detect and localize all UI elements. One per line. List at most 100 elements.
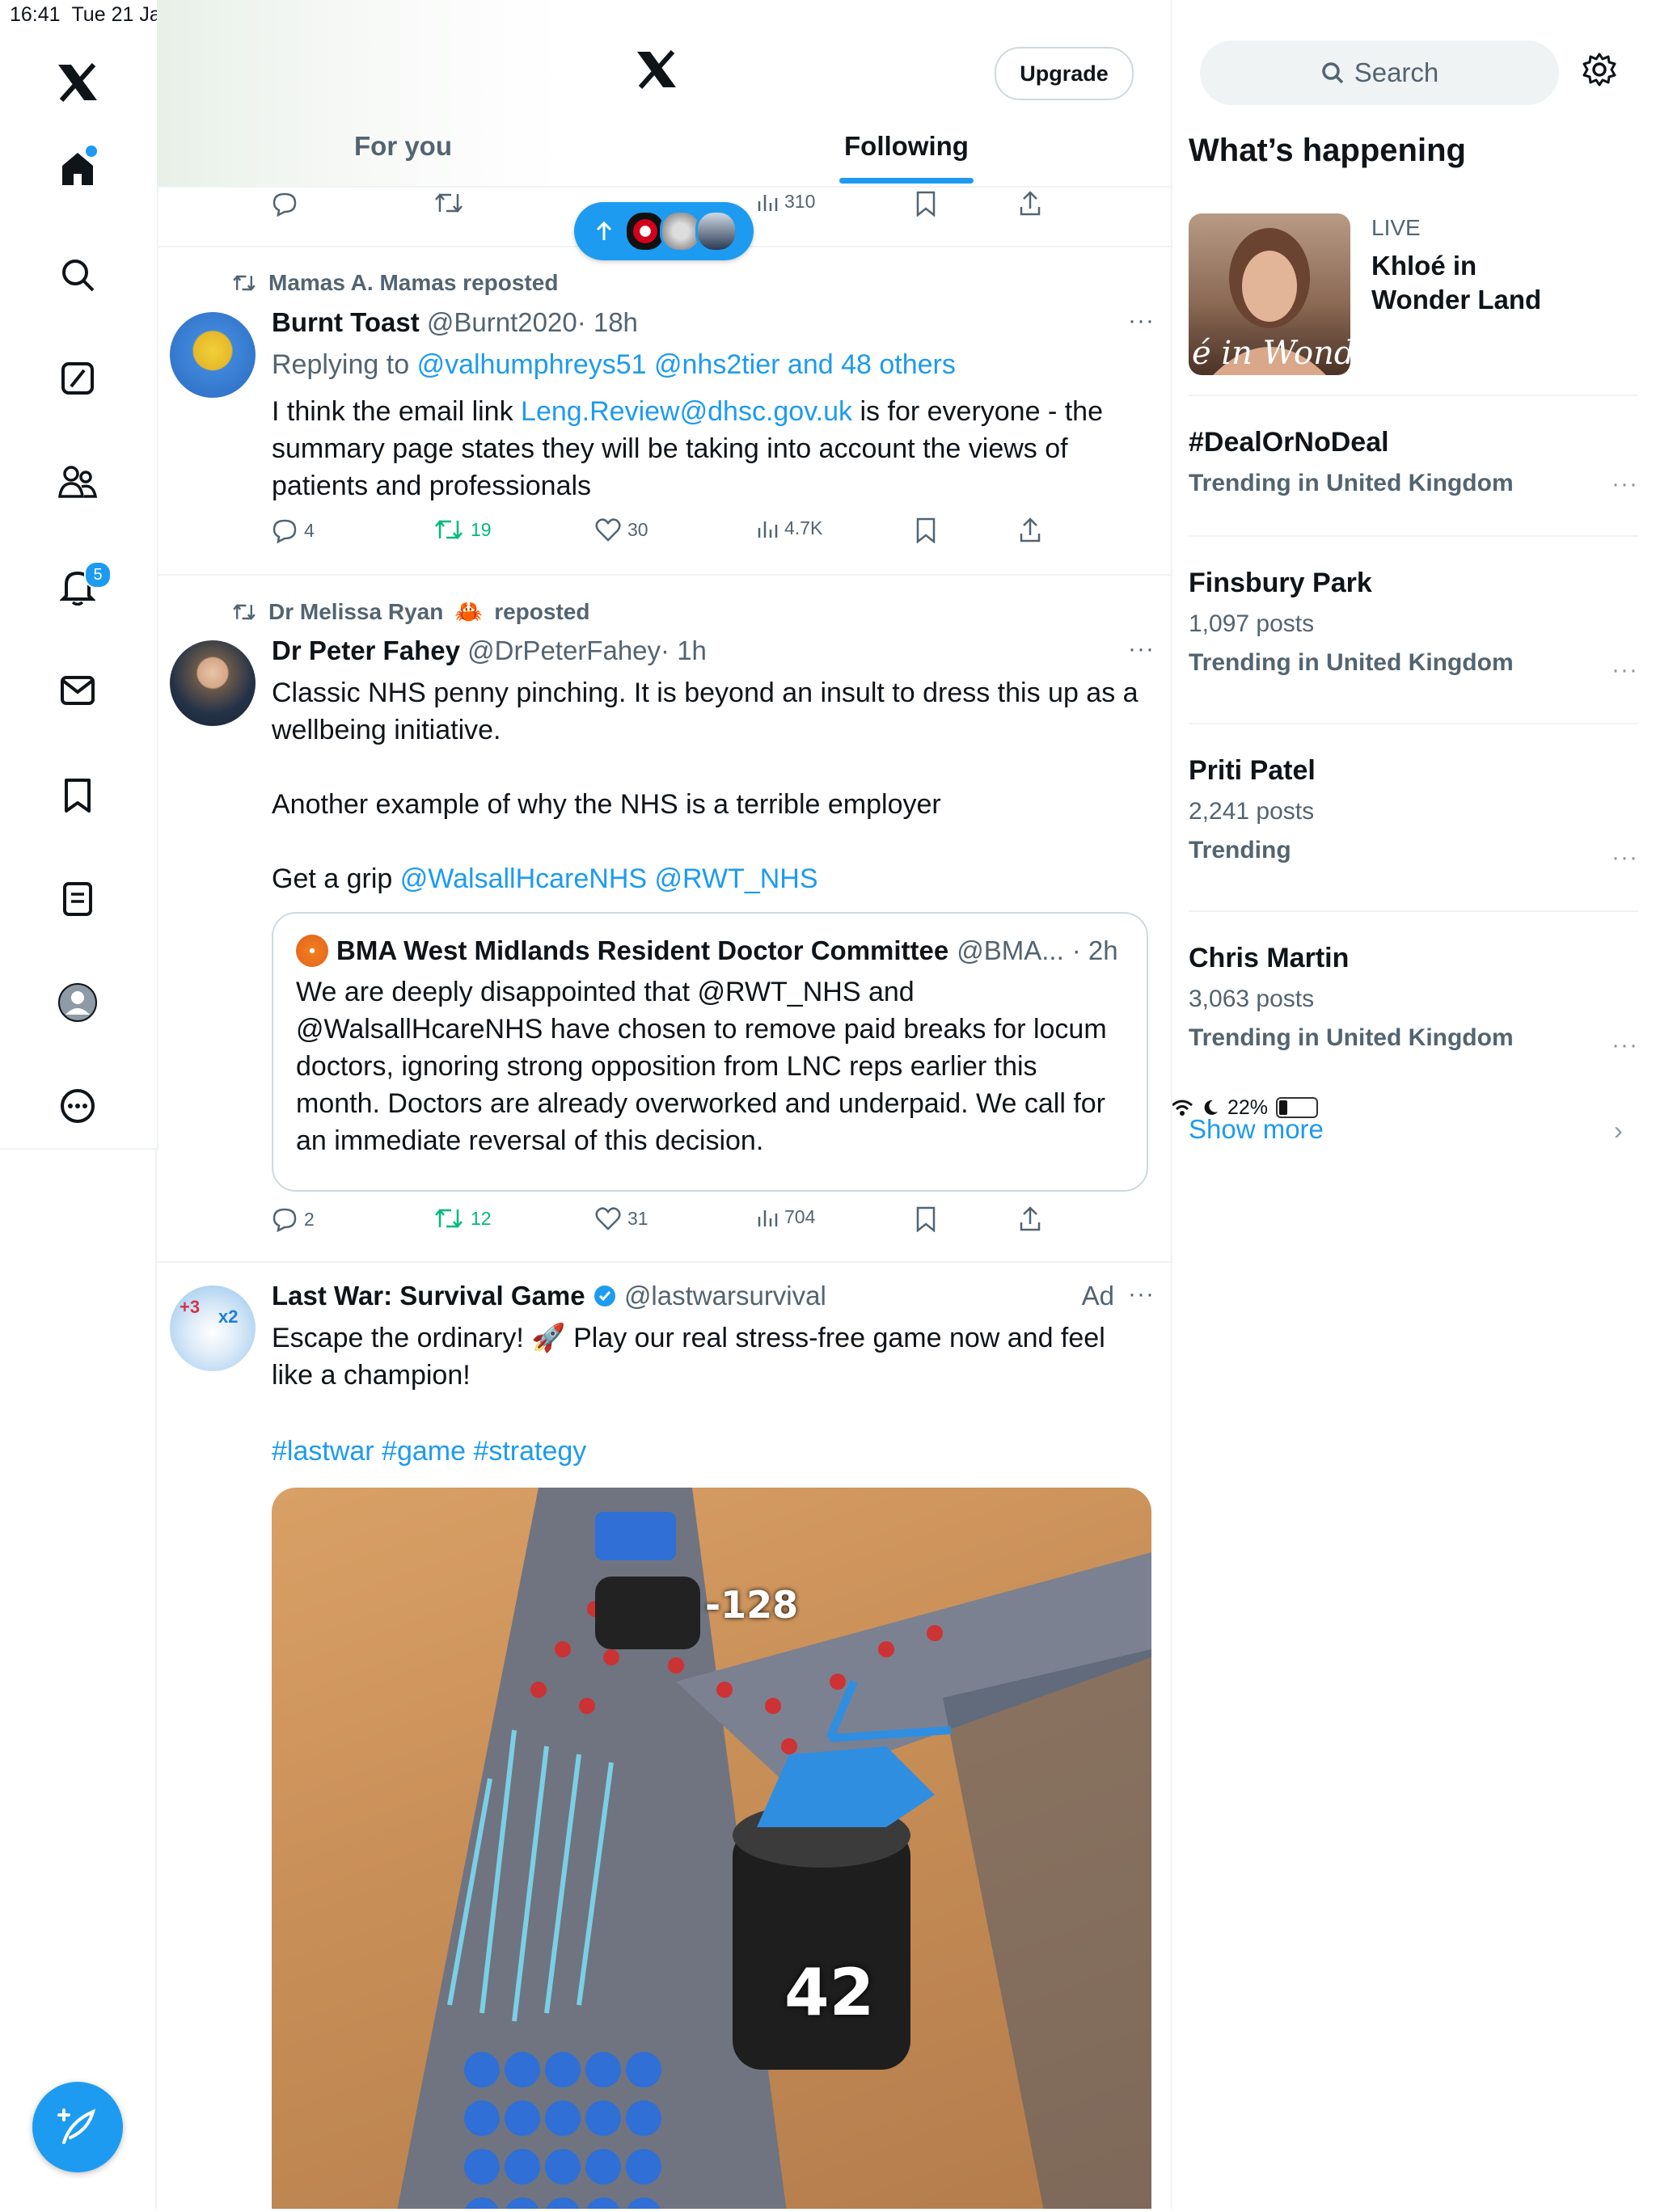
communities-icon[interactable]: [52, 456, 104, 508]
bookmark-button[interactable]: [915, 517, 936, 543]
author-name[interactable]: Last War: Survival Game: [272, 1281, 585, 1311]
hashtag-links[interactable]: #lastwar #game #strategy: [272, 1436, 586, 1467]
post-author[interactable]: Dr Peter Fahey @DrPeterFahey· 1h: [272, 635, 707, 666]
trend-item[interactable]: Chris Martin 3,063 posts Trending in Uni…: [1189, 943, 1638, 1058]
notifications-icon[interactable]: 5: [52, 561, 112, 613]
new-posts-pill[interactable]: [574, 202, 754, 260]
quote-text: We are deeply disappointed that @RWT_NHS…: [296, 977, 1107, 1156]
post-divider: [157, 1261, 1171, 1263]
trend-more-button[interactable]: ···: [1612, 1032, 1638, 1059]
repost-label: Dr Melissa Ryan 🦀 reposted: [231, 598, 589, 625]
reply-button[interactable]: [272, 191, 298, 217]
share-icon: [1020, 517, 1041, 542]
post-text-line3: Get a grip @WalsallHcareNHS @RWT_NHS: [272, 863, 818, 894]
profile-avatar-icon[interactable]: [52, 977, 104, 1028]
search-icon[interactable]: [52, 249, 104, 301]
grok-icon[interactable]: [52, 352, 104, 404]
hashtags: #lastwar #game #strategy: [272, 1433, 1145, 1470]
ad-label: Ad: [1081, 1281, 1114, 1311]
home-icon[interactable]: [52, 142, 104, 194]
reply-button[interactable]: 4: [272, 517, 315, 543]
repost-button[interactable]: [433, 191, 464, 215]
quote-avatar: [296, 935, 328, 967]
post-time: · 1h: [661, 635, 707, 665]
author-name[interactable]: Burnt Toast: [272, 307, 420, 337]
post-more-button[interactable]: ···: [1128, 1281, 1155, 1308]
right-sidebar: Search What’s happening é in Wonder l LI…: [1171, 0, 1656, 2209]
trend-item[interactable]: Priti Patel 2,241 posts Trending ···: [1189, 755, 1638, 871]
reply-button[interactable]: 2: [272, 1206, 315, 1232]
post-more-button[interactable]: ···: [1128, 307, 1155, 335]
ad-avatar-badge: +3: [180, 1297, 201, 1317]
like-button[interactable]: 30: [595, 517, 648, 542]
share-button[interactable]: [1019, 517, 1041, 543]
email-link[interactable]: Leng.Review@dhsc.gov.uk: [521, 396, 852, 427]
share-button[interactable]: [1019, 1206, 1041, 1232]
repost-button[interactable]: 12: [433, 1206, 492, 1231]
show-more-link[interactable]: Show more: [1189, 1114, 1324, 1145]
bookmark-button[interactable]: [915, 1206, 936, 1232]
ad-video-media[interactable]: -128 42: [272, 1488, 1151, 2209]
post-author[interactable]: Last War: Survival Game @lastwarsurvival: [272, 1281, 826, 1311]
messages-icon[interactable]: [52, 665, 104, 716]
upgrade-button[interactable]: Upgrade: [995, 47, 1134, 100]
compose-post-button[interactable]: [32, 2082, 123, 2172]
timeline-header: Upgrade For you Following: [157, 0, 1171, 188]
x-header-logo-icon[interactable]: [636, 50, 678, 89]
live-event-thumbnail[interactable]: é in Wonder l: [1189, 213, 1350, 375]
arrow-up-icon: [596, 221, 612, 240]
trend-more-button[interactable]: ···: [1612, 844, 1638, 872]
main-timeline: Upgrade For you Following 310 Mamas A. M…: [157, 0, 1172, 2209]
bookmarks-icon[interactable]: [52, 770, 104, 821]
post-text: Escape the ordinary! 🚀 Play our real str…: [272, 1323, 1105, 1391]
chevron-right-icon: ›: [1614, 1116, 1623, 1145]
trend-divider: [1189, 395, 1638, 396]
avatar[interactable]: [170, 640, 256, 726]
live-event-title[interactable]: Khloé in Wonder Land: [1371, 249, 1565, 317]
bookmark-button[interactable]: [915, 191, 936, 217]
avatar[interactable]: [170, 312, 256, 398]
avatar[interactable]: +3 x2: [170, 1285, 256, 1371]
more-options-icon[interactable]: [52, 1080, 104, 1132]
quoted-post[interactable]: BMA West Midlands Resident Doctor Commit…: [272, 912, 1148, 1192]
repost-button[interactable]: 19: [433, 517, 492, 542]
views-button[interactable]: 4.7K: [757, 517, 822, 539]
trend-more-button[interactable]: ···: [1612, 656, 1638, 684]
trend-item[interactable]: Finsbury Park 1,097 posts Trending in Un…: [1189, 568, 1638, 683]
ad-avatar-badge: x2: [218, 1307, 239, 1327]
post-text-line2: Another example of why the NHS is a terr…: [272, 789, 941, 820]
author-handle[interactable]: @Burnt2020: [427, 307, 577, 337]
trend-divider: [1189, 535, 1638, 537]
tab-for-you[interactable]: For you: [354, 131, 452, 162]
views-button[interactable]: 704: [757, 1206, 815, 1228]
author-name[interactable]: Dr Peter Fahey: [272, 635, 460, 665]
search-input[interactable]: Search: [1200, 40, 1559, 105]
repost-small-icon: [233, 603, 256, 620]
status-time: 16:41 Tue 21 Jan: [10, 3, 172, 26]
settings-gear-icon[interactable]: [1582, 52, 1617, 87]
repost-icon: [435, 1209, 463, 1228]
share-icon: [1020, 1206, 1041, 1231]
trend-more-button[interactable]: ···: [1612, 471, 1638, 498]
mention-links[interactable]: @WalsallHcareNHS @RWT_NHS: [400, 863, 818, 894]
replying-to: Replying to @valhumphreys51 @nhs2tier an…: [272, 349, 956, 380]
tab-following[interactable]: Following: [844, 131, 969, 162]
repost-icon: [435, 520, 463, 539]
views-icon: [758, 521, 778, 538]
trend-item[interactable]: #DealOrNoDeal Trending in United Kingdom…: [1189, 427, 1638, 497]
live-tag: LIVE: [1371, 215, 1421, 240]
share-button[interactable]: [1019, 191, 1041, 217]
author-handle[interactable]: @lastwarsurvival: [624, 1281, 826, 1311]
trend-divider: [1189, 723, 1638, 724]
heart-icon: [595, 518, 621, 542]
lists-icon[interactable]: [52, 873, 104, 925]
replying-to-link[interactable]: @valhumphreys51 @nhs2tier and 48 others: [417, 349, 956, 380]
author-handle[interactable]: @DrPeterFahey: [467, 635, 661, 665]
x-logo-icon[interactable]: [52, 57, 104, 108]
post-divider: [157, 574, 1171, 576]
trend-divider: [1189, 910, 1638, 912]
views-button[interactable]: 310: [757, 191, 815, 213]
post-author[interactable]: Burnt Toast @Burnt2020· 18h: [272, 307, 638, 338]
post-more-button[interactable]: ···: [1128, 635, 1155, 663]
like-button[interactable]: 31: [595, 1206, 648, 1231]
